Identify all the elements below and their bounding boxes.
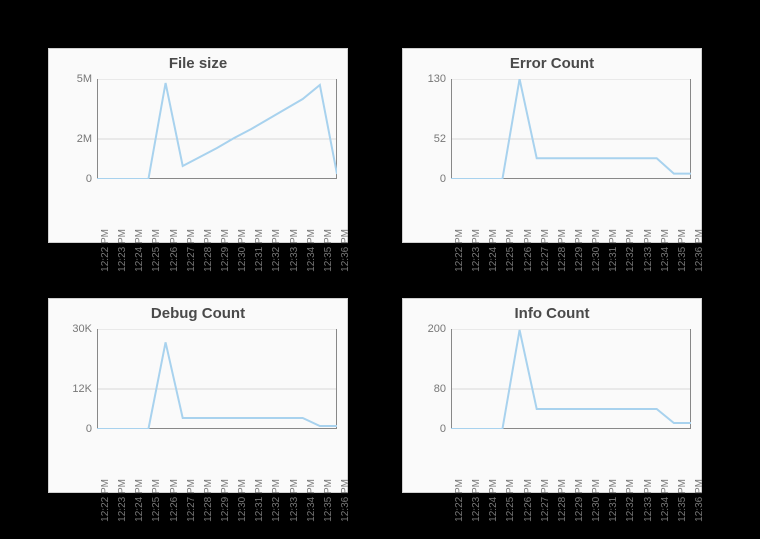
x-tick-label: 12:26 PM [523,229,534,272]
x-tick-label: 12:26 PM [169,479,180,522]
x-tick-label: 12:33 PM [289,479,300,522]
x-tick-label: 12:36 PM [340,479,351,522]
x-tick-label: 12:30 PM [237,479,248,522]
chart-plot [97,329,337,429]
x-tick-label: 12:34 PM [306,479,317,522]
x-tick-label: 12:24 PM [488,479,499,522]
x-tick-label: 12:23 PM [117,229,128,272]
chart-series-line [97,83,337,179]
y-tick-label: 80 [406,383,446,395]
chart-series-line [451,79,691,179]
x-tick-label: 12:33 PM [289,229,300,272]
chart-title: File size [49,49,347,74]
x-tick-label: 12:23 PM [117,479,128,522]
x-tick-label: 12:23 PM [471,229,482,272]
x-tick-label: 12:28 PM [557,479,568,522]
x-tick-label: 12:27 PM [186,229,197,272]
x-axis-labels: 12:22 PM12:23 PM12:24 PM12:25 PM12:26 PM… [451,181,691,241]
x-tick-label: 12:35 PM [677,229,688,272]
x-tick-label: 12:34 PM [306,229,317,272]
x-tick-label: 12:24 PM [488,229,499,272]
chart-panel-debug_count: Debug Count 0 12K 30K 12:22 PM12:23 PM12:24 … [48,298,348,493]
y-tick-label: 30K [52,323,92,335]
x-tick-label: 12:25 PM [505,479,516,522]
chart-plot [451,79,691,179]
x-axis-labels: 12:22 PM12:23 PM12:24 PM12:25 PM12:26 PM… [97,431,337,491]
chart-title: Error Count [403,49,701,74]
x-tick-label: 12:31 PM [608,479,619,522]
chart-title: Debug Count [49,299,347,324]
x-tick-label: 12:24 PM [134,229,145,272]
x-axis-labels: 12:22 PM12:23 PM12:24 PM12:25 PM12:26 PM… [97,181,337,241]
chart-plot [97,79,337,179]
x-tick-label: 12:22 PM [100,479,111,522]
x-tick-label: 12:27 PM [540,229,551,272]
x-tick-label: 12:28 PM [203,479,214,522]
x-tick-label: 12:28 PM [203,229,214,272]
x-tick-label: 12:33 PM [643,229,654,272]
chart-panel-file_size: File size 0 2M 5M 12:22 PM12:23 PM12:24 PM12… [48,48,348,243]
x-tick-label: 12:31 PM [254,479,265,522]
x-tick-label: 12:30 PM [591,479,602,522]
x-tick-label: 12:32 PM [625,479,636,522]
x-tick-label: 12:34 PM [660,479,671,522]
y-tick-label: 5M [52,73,92,85]
x-tick-label: 12:31 PM [254,229,265,272]
x-tick-label: 12:26 PM [169,229,180,272]
chart-panel-error_count: Error Count 0 52 130 12:22 PM12:23 PM12:24 P… [402,48,702,243]
x-tick-label: 12:27 PM [186,479,197,522]
x-tick-label: 12:32 PM [625,229,636,272]
chart-series-line [97,342,337,429]
x-tick-label: 12:25 PM [151,229,162,272]
x-tick-label: 12:36 PM [694,479,705,522]
x-tick-label: 12:24 PM [134,479,145,522]
x-tick-label: 12:22 PM [454,229,465,272]
x-tick-label: 12:23 PM [471,479,482,522]
x-tick-label: 12:35 PM [323,479,334,522]
x-tick-label: 12:35 PM [677,479,688,522]
x-tick-label: 12:29 PM [574,479,585,522]
x-tick-label: 12:26 PM [523,479,534,522]
x-tick-label: 12:31 PM [608,229,619,272]
x-tick-label: 12:34 PM [660,229,671,272]
x-tick-label: 12:25 PM [151,479,162,522]
x-tick-label: 12:36 PM [694,229,705,272]
x-tick-label: 12:25 PM [505,229,516,272]
x-tick-label: 12:30 PM [237,229,248,272]
x-tick-label: 12:29 PM [574,229,585,272]
y-tick-label: 130 [406,73,446,85]
y-tick-label: 0 [406,423,446,435]
x-tick-label: 12:22 PM [100,229,111,272]
y-tick-label: 200 [406,323,446,335]
y-tick-label: 0 [406,173,446,185]
chart-plot [451,329,691,429]
x-tick-label: 12:33 PM [643,479,654,522]
x-tick-label: 12:36 PM [340,229,351,272]
y-tick-label: 0 [52,423,92,435]
y-tick-label: 2M [52,133,92,145]
y-tick-label: 52 [406,133,446,145]
x-tick-label: 12:22 PM [454,479,465,522]
x-axis-labels: 12:22 PM12:23 PM12:24 PM12:25 PM12:26 PM… [451,431,691,491]
x-tick-label: 12:28 PM [557,229,568,272]
x-tick-label: 12:29 PM [220,479,231,522]
x-tick-label: 12:27 PM [540,479,551,522]
chart-title: Info Count [403,299,701,324]
chart-panel-info_count: Info Count 0 80 200 12:22 PM12:23 PM12:24 PM… [402,298,702,493]
x-tick-label: 12:32 PM [271,229,282,272]
x-tick-label: 12:30 PM [591,229,602,272]
x-tick-label: 12:35 PM [323,229,334,272]
chart-series-line [451,330,691,429]
y-tick-label: 12K [52,383,92,395]
x-tick-label: 12:29 PM [220,229,231,272]
x-tick-label: 12:32 PM [271,479,282,522]
y-tick-label: 0 [52,173,92,185]
